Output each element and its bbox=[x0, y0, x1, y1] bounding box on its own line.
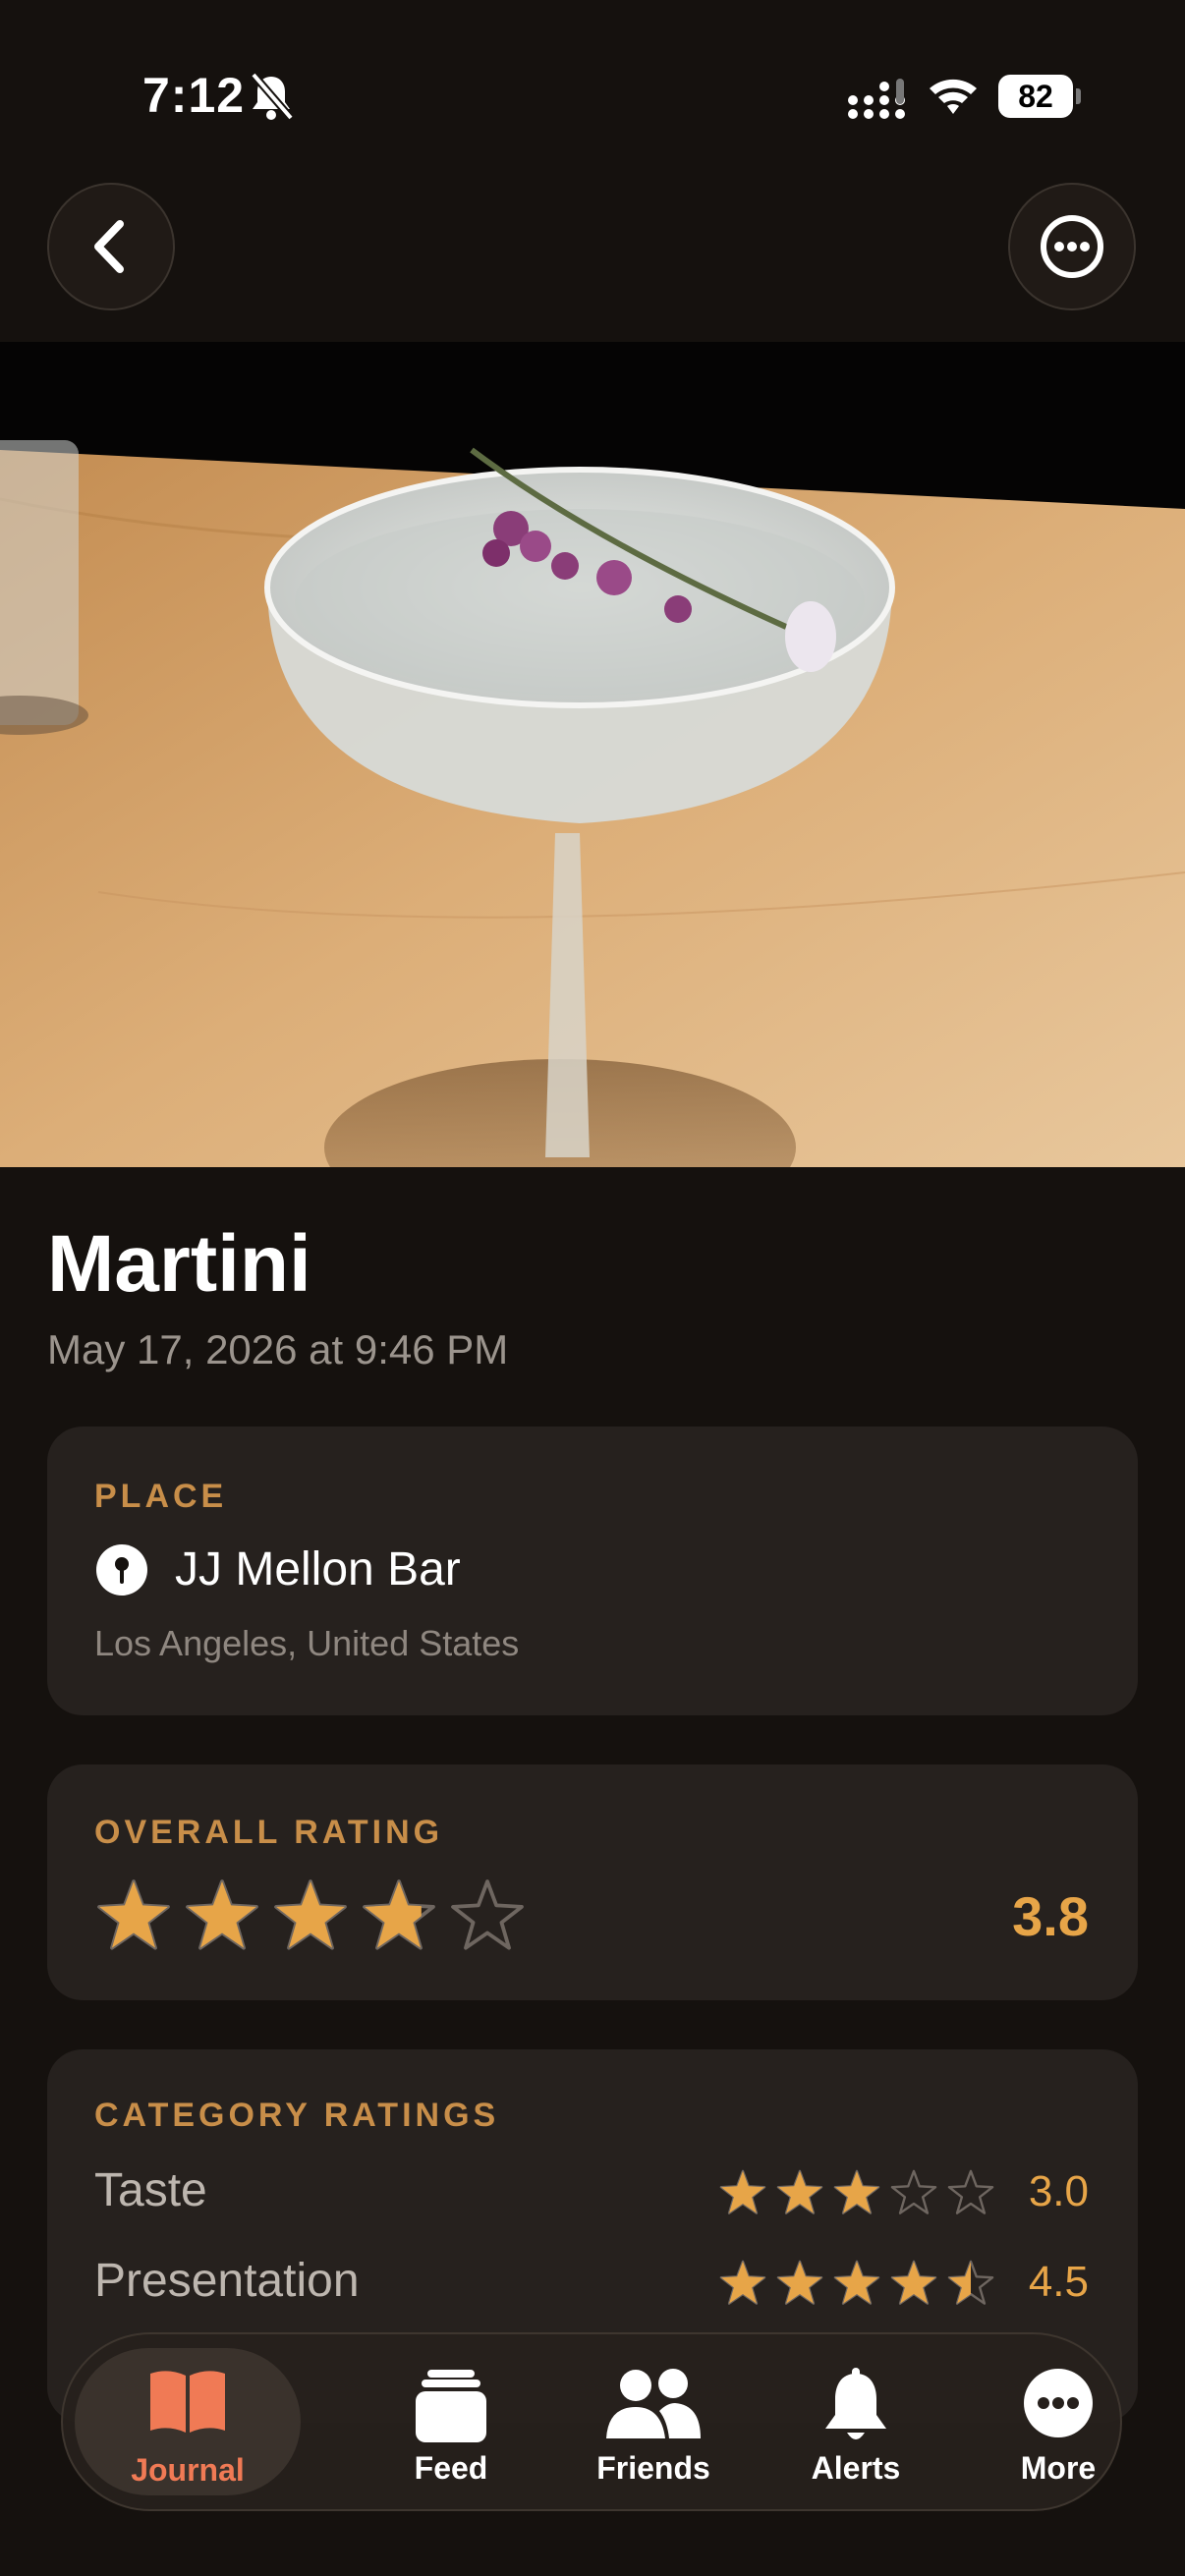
more-icon bbox=[1024, 2369, 1093, 2437]
place-label: PLACE bbox=[94, 1478, 228, 1515]
status-time: 7:12 bbox=[142, 68, 246, 123]
star-icon bbox=[833, 2169, 880, 2214]
place-name: JJ Mellon Bar bbox=[175, 1543, 461, 1596]
star-icon bbox=[363, 1879, 435, 1950]
tab-journal[interactable]: Journal bbox=[75, 2348, 301, 2495]
entry-date: May 17, 2026 at 9:46 PM bbox=[47, 1326, 509, 1372]
star-icon bbox=[97, 1879, 170, 1950]
drink-photo bbox=[0, 342, 1185, 1167]
battery-indicator: 82 bbox=[998, 75, 1081, 118]
tab-bar: Journal Feed Friends Alerts More bbox=[61, 2332, 1122, 2511]
star-icon bbox=[947, 2169, 994, 2214]
star-icon bbox=[451, 1879, 524, 1950]
map-pin-icon bbox=[96, 1544, 147, 1596]
category-name-presentation: Presentation bbox=[94, 2255, 360, 2307]
tab-friends[interactable]: Friends bbox=[552, 2334, 755, 2509]
star-icon bbox=[186, 1879, 258, 1950]
category-ratings-label: CATEGORY RATINGS bbox=[94, 2097, 500, 2134]
tab-label-friends: Friends bbox=[596, 2450, 710, 2486]
star-icon bbox=[719, 2169, 766, 2214]
more-options-button[interactable] bbox=[1008, 183, 1136, 310]
category-name-taste: Taste bbox=[94, 2164, 207, 2216]
back-button[interactable] bbox=[47, 183, 175, 310]
star-icon bbox=[890, 2260, 937, 2305]
star-icon bbox=[947, 2260, 994, 2305]
tab-label-alerts: Alerts bbox=[811, 2450, 901, 2486]
bell-icon bbox=[825, 2368, 886, 2439]
star-icon bbox=[274, 1879, 347, 1950]
battery-level: 82 bbox=[1018, 79, 1053, 114]
overall-rating-value: 3.8 bbox=[1012, 1885, 1089, 1947]
category-value-presentation: 4.5 bbox=[1028, 2258, 1089, 2306]
tab-feed[interactable]: Feed bbox=[350, 2334, 552, 2509]
people-icon bbox=[606, 2369, 701, 2438]
tab-label-more: More bbox=[1020, 2450, 1097, 2486]
star-icon bbox=[719, 2260, 766, 2305]
ellipsis-circle-icon bbox=[1041, 215, 1103, 278]
cellular-signal-icon bbox=[848, 79, 905, 119]
star-icon bbox=[776, 2169, 823, 2214]
category-value-taste: 3.0 bbox=[1028, 2167, 1089, 2215]
status-bar: 7:12 82 bbox=[0, 0, 1185, 196]
wifi-icon bbox=[930, 79, 977, 114]
feed-stack-icon bbox=[416, 2370, 486, 2442]
star-icon bbox=[776, 2260, 823, 2305]
tab-label-journal: Journal bbox=[131, 2452, 245, 2488]
bell-muted-icon bbox=[250, 72, 295, 121]
star-icon bbox=[890, 2169, 937, 2214]
overall-rating-label: OVERALL RATING bbox=[94, 1814, 444, 1851]
drink-title: Martini bbox=[47, 1219, 311, 1309]
tab-alerts[interactable]: Alerts bbox=[755, 2334, 957, 2509]
tab-label-feed: Feed bbox=[414, 2450, 488, 2486]
tab-more[interactable]: More bbox=[957, 2334, 1159, 2509]
chevron-left-icon bbox=[94, 220, 124, 273]
book-icon bbox=[150, 2371, 225, 2433]
place-location: Los Angeles, United States bbox=[94, 1623, 520, 1663]
star-icon bbox=[833, 2260, 880, 2305]
